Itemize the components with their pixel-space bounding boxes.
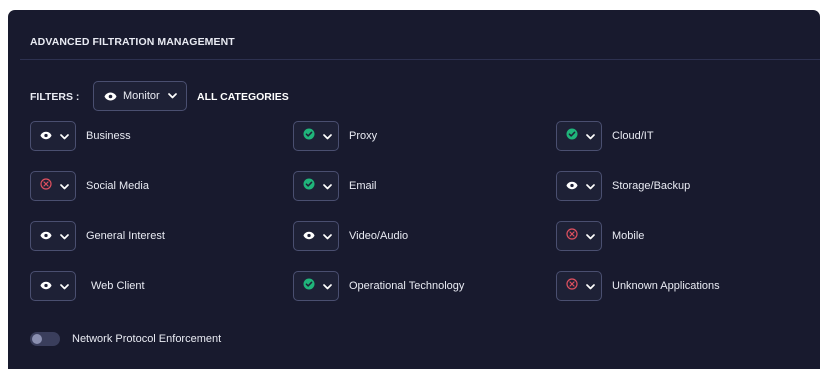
category-item: Social Media (30, 171, 149, 201)
category-label: General Interest (86, 230, 165, 242)
check-circle-icon (303, 127, 315, 145)
chevron-down-icon (586, 277, 595, 295)
chevron-down-icon (586, 227, 595, 245)
x-circle-icon (40, 177, 52, 195)
category-item: General Interest (30, 221, 165, 251)
chevron-down-icon (168, 93, 177, 99)
check-circle-icon (303, 277, 315, 295)
category-mode-select[interactable] (30, 171, 76, 201)
chevron-down-icon (60, 127, 69, 145)
category-label: Unknown Applications (612, 280, 720, 292)
category-mode-select[interactable] (556, 221, 602, 251)
category-label: Mobile (612, 230, 645, 242)
category-item: Web Client (30, 271, 145, 301)
chevron-down-icon (586, 127, 595, 145)
mode-select-value: Monitor (123, 90, 160, 102)
divider (20, 59, 820, 60)
category-item: Unknown Applications (556, 271, 720, 301)
check-circle-icon (303, 177, 315, 195)
chevron-down-icon (60, 227, 69, 245)
chevron-down-icon (323, 277, 332, 295)
category-item: Storage/Backup (556, 171, 690, 201)
toggle-label: Network Protocol Enforcement (72, 333, 222, 345)
panel-title: ADVANCED FILTRATION MANAGEMENT (30, 36, 235, 48)
chevron-down-icon (60, 177, 69, 195)
check-circle-icon (566, 127, 578, 145)
category-mode-select[interactable] (30, 271, 76, 301)
category-mode-select[interactable] (293, 221, 339, 251)
category-label: Operational Technology (349, 280, 465, 292)
category-mode-select[interactable] (30, 121, 76, 151)
category-item: Business (30, 121, 131, 151)
network-protocol-toggle[interactable] (30, 332, 60, 346)
category-mode-select[interactable] (30, 221, 76, 251)
x-circle-icon (566, 277, 578, 295)
category-item: Operational Technology (293, 271, 464, 301)
category-mode-select[interactable] (556, 171, 602, 201)
category-label: Proxy (349, 130, 378, 142)
mode-select[interactable]: Monitor (93, 81, 187, 111)
category-item: Proxy (293, 121, 377, 151)
eye-icon (40, 127, 52, 145)
category-label: Email (349, 180, 377, 192)
category-label: Storage/Backup (612, 180, 691, 192)
category-item: Mobile (556, 221, 644, 251)
category-mode-select[interactable] (556, 121, 602, 151)
toggle-knob (32, 334, 42, 344)
filtration-panel: ADVANCED FILTRATION MANAGEMENT FILTERS :… (8, 10, 820, 369)
chevron-down-icon (323, 227, 332, 245)
chevron-down-icon (60, 277, 69, 295)
category-mode-select[interactable] (556, 271, 602, 301)
category-mode-select[interactable] (293, 121, 339, 151)
eye-icon (566, 177, 578, 195)
category-label: Web Client (91, 280, 145, 292)
x-circle-icon (566, 227, 578, 245)
filters-label: FILTERS : (30, 91, 80, 103)
scope-label: ALL CATEGORIES (197, 91, 289, 103)
eye-icon (104, 92, 117, 101)
category-item: Email (293, 171, 377, 201)
eye-icon (40, 227, 52, 245)
category-label: Business (86, 130, 131, 142)
category-item: Video/Audio (293, 221, 408, 251)
category-item: Cloud/IT (556, 121, 654, 151)
category-mode-select[interactable] (293, 171, 339, 201)
eye-icon (40, 277, 52, 295)
category-mode-select[interactable] (293, 271, 339, 301)
chevron-down-icon (586, 177, 595, 195)
eye-icon (303, 227, 315, 245)
category-label: Cloud/IT (612, 130, 654, 142)
category-label: Social Media (86, 180, 149, 192)
chevron-down-icon (323, 127, 332, 145)
chevron-down-icon (323, 177, 332, 195)
category-label: Video/Audio (349, 230, 409, 242)
